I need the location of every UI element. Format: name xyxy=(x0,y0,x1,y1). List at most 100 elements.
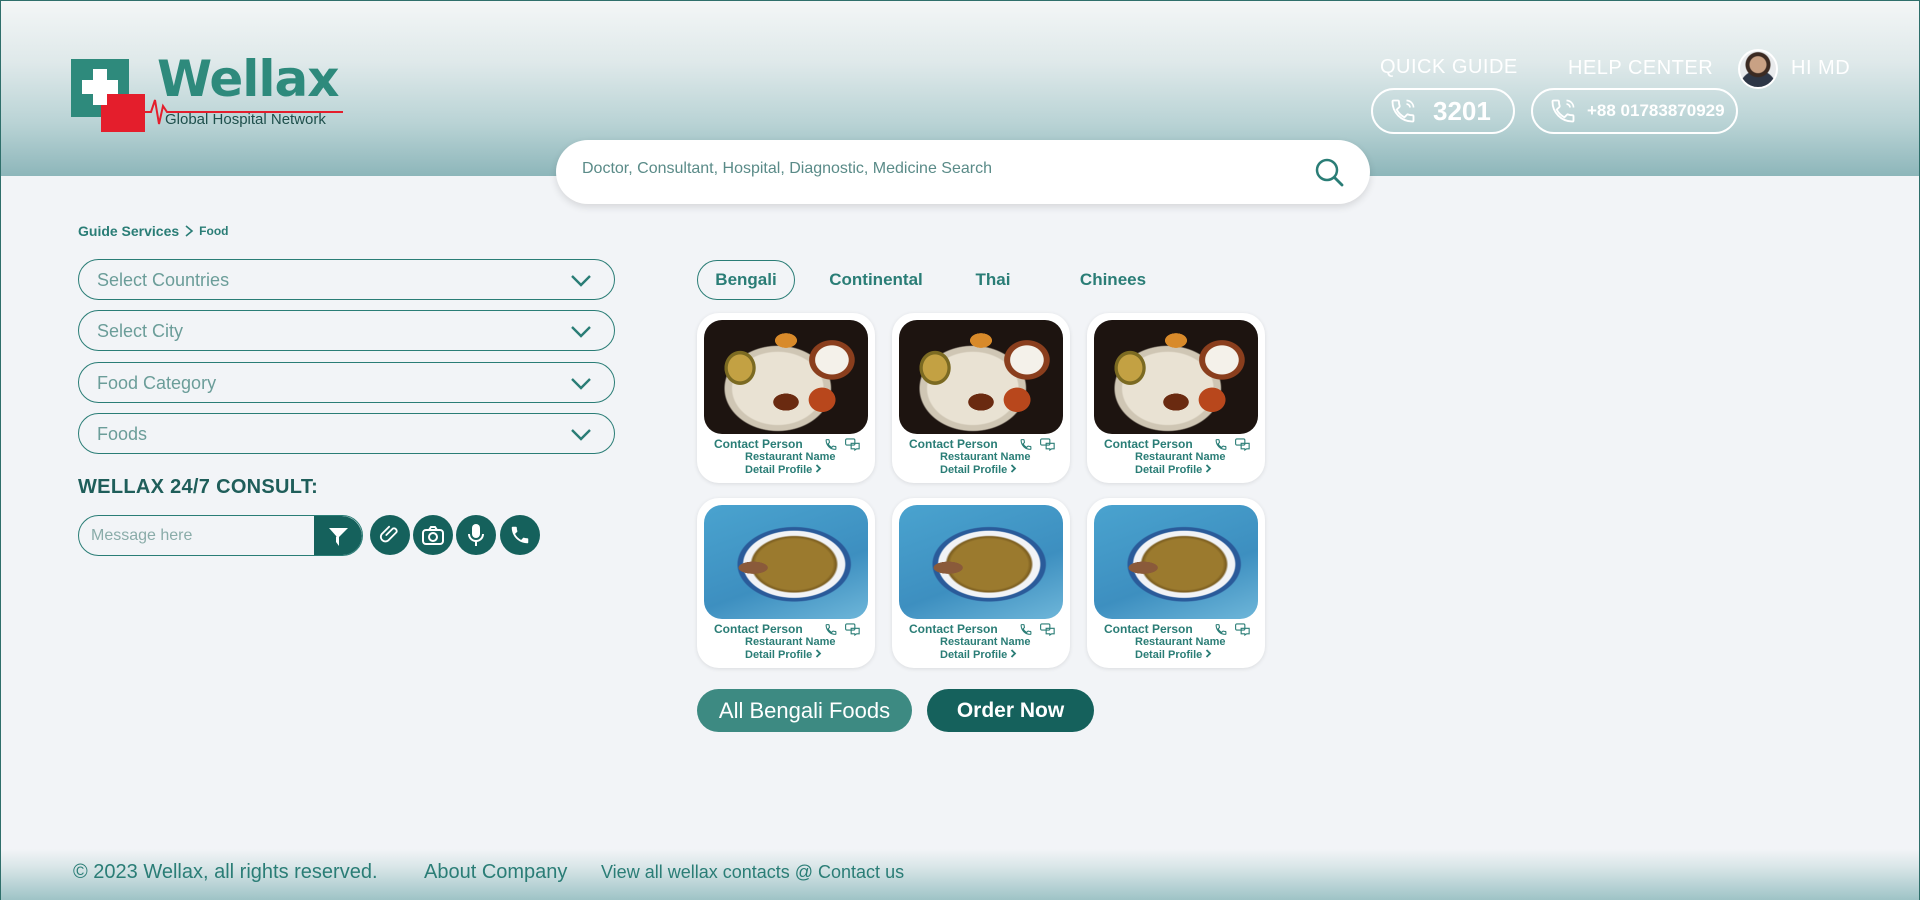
select-label: Select Countries xyxy=(97,270,230,290)
tab-thai[interactable]: Thai xyxy=(963,260,1023,300)
contact-person: Contact Person xyxy=(714,437,803,451)
card-chat-button[interactable] xyxy=(1040,623,1056,641)
food-card[interactable]: Contact Person Restaurant Name Detail Prof… xyxy=(1087,313,1265,483)
chevron-right-icon xyxy=(816,649,822,658)
paperclip-icon xyxy=(379,525,398,543)
chat-icon xyxy=(1040,438,1055,452)
footer: © 2023 Wellax, all rights reserved. Abou… xyxy=(1,849,1919,900)
food-image[interactable] xyxy=(899,505,1063,619)
food-card[interactable]: Contact Person Restaurant Name Detail Prof… xyxy=(892,313,1070,483)
chevron-down-icon xyxy=(571,326,591,338)
detail-profile-link[interactable]: Detail Profile xyxy=(1135,649,1212,661)
voice-button[interactable] xyxy=(456,515,496,555)
global-search xyxy=(556,140,1370,204)
detail-profile-link[interactable]: Detail Profile xyxy=(1135,464,1212,476)
card-chat-button[interactable] xyxy=(1040,438,1056,456)
footer-copyright: © 2023 Wellax, all rights reserved. xyxy=(73,861,378,883)
camera-icon xyxy=(422,526,444,545)
send-icon xyxy=(327,527,348,546)
user-avatar[interactable] xyxy=(1738,49,1778,89)
detail-profile-link[interactable]: Detail Profile xyxy=(940,464,1017,476)
quick-guide-number: 3201 xyxy=(1433,95,1491,126)
food-card[interactable]: Contact Person Restaurant Name Detail Prof… xyxy=(892,498,1070,668)
footer-about-link[interactable]: About Company xyxy=(424,861,567,884)
microphone-icon xyxy=(468,524,484,546)
all-bengali-foods-button[interactable]: All Bengali Foods xyxy=(697,689,912,732)
food-card[interactable]: Contact Person Restaurant Name Detail Prof… xyxy=(1087,498,1265,668)
contact-person: Contact Person xyxy=(909,437,998,451)
quick-guide-link[interactable]: QUICK GUIDE xyxy=(1380,56,1518,79)
food-image[interactable] xyxy=(704,505,868,619)
select-city[interactable]: Select City xyxy=(78,310,615,351)
select-foods[interactable]: Foods xyxy=(78,413,615,454)
search-input[interactable] xyxy=(582,160,1282,178)
attach-button[interactable] xyxy=(370,515,410,555)
contact-person: Contact Person xyxy=(909,622,998,636)
food-image[interactable] xyxy=(1094,320,1258,434)
user-greeting[interactable]: HI MD xyxy=(1791,57,1850,80)
tab-bengali[interactable]: Bengali xyxy=(697,260,795,300)
chevron-right-icon xyxy=(185,225,194,237)
chat-icon xyxy=(845,623,860,637)
restaurant-name: Restaurant Name xyxy=(940,451,1031,463)
tab-chinees[interactable]: Chinees xyxy=(1071,260,1155,300)
quick-guide-call-button[interactable]: 3201 xyxy=(1371,88,1515,134)
phone-icon xyxy=(1215,624,1227,635)
contact-person: Contact Person xyxy=(1104,622,1193,636)
breadcrumb-current: Food xyxy=(199,224,229,238)
send-button[interactable] xyxy=(314,516,362,555)
chevron-down-icon xyxy=(571,378,591,390)
search-icon[interactable] xyxy=(1314,157,1344,187)
card-chat-button[interactable] xyxy=(1235,438,1251,456)
call-button[interactable] xyxy=(500,515,540,555)
card-chat-button[interactable] xyxy=(1235,623,1251,641)
select-label: Food Category xyxy=(97,373,217,393)
contact-person: Contact Person xyxy=(1104,437,1193,451)
logo-wordmark: Wellax xyxy=(157,50,340,108)
chevron-down-icon xyxy=(571,275,591,287)
phone-icon xyxy=(1020,624,1032,635)
contact-person: Contact Person xyxy=(714,622,803,636)
chevron-right-icon xyxy=(1206,464,1212,473)
chevron-down-icon xyxy=(571,429,591,441)
tab-continental[interactable]: Continental xyxy=(821,260,931,300)
restaurant-name: Restaurant Name xyxy=(745,451,836,463)
help-center-call-button[interactable]: +88 01783870929 xyxy=(1531,88,1738,134)
food-image[interactable] xyxy=(704,320,868,434)
detail-profile-link[interactable]: Detail Profile xyxy=(745,649,822,661)
chat-icon xyxy=(1235,438,1250,452)
detail-profile-link[interactable]: Detail Profile xyxy=(745,464,822,476)
card-chat-button[interactable] xyxy=(845,623,861,641)
camera-button[interactable] xyxy=(413,515,453,555)
phone-icon xyxy=(1020,439,1032,450)
footer-contacts-link[interactable]: View all wellax contacts @ Contact us xyxy=(601,862,904,883)
chevron-right-icon xyxy=(1011,649,1017,658)
order-now-button[interactable]: Order Now xyxy=(927,689,1094,732)
phone-icon xyxy=(1215,439,1227,450)
food-card[interactable]: Contact Person Restaurant Name Detail Prof… xyxy=(697,313,875,483)
phone-icon xyxy=(825,439,837,450)
consult-message-box xyxy=(78,515,363,556)
detail-profile-link[interactable]: Detail Profile xyxy=(940,649,1017,661)
select-countries[interactable]: Select Countries xyxy=(78,259,615,300)
message-input[interactable] xyxy=(91,527,301,545)
consult-title: WELLAX 24/7 CONSULT: xyxy=(78,476,319,498)
food-image[interactable] xyxy=(899,320,1063,434)
logo-tagline: Global Hospital Network xyxy=(165,111,326,128)
detail-profile-label: Detail Profile xyxy=(1135,649,1203,661)
breadcrumb-root[interactable]: Guide Services xyxy=(78,223,179,239)
help-center-link[interactable]: HELP CENTER xyxy=(1568,57,1713,80)
detail-profile-label: Detail Profile xyxy=(745,649,813,661)
chevron-right-icon xyxy=(1011,464,1017,473)
select-food-category[interactable]: Food Category xyxy=(78,362,615,403)
food-image[interactable] xyxy=(1094,505,1258,619)
chat-icon xyxy=(1235,623,1250,637)
food-card[interactable]: Contact Person Restaurant Name Detail Prof… xyxy=(697,498,875,668)
chevron-right-icon xyxy=(816,464,822,473)
phone-icon xyxy=(825,624,837,635)
card-chat-button[interactable] xyxy=(845,438,861,456)
wellax-logo[interactable]: Wellax Global Hospital Network xyxy=(71,50,343,136)
phone-icon xyxy=(1391,99,1415,123)
chevron-right-icon xyxy=(1206,649,1212,658)
chat-icon xyxy=(1040,623,1055,637)
